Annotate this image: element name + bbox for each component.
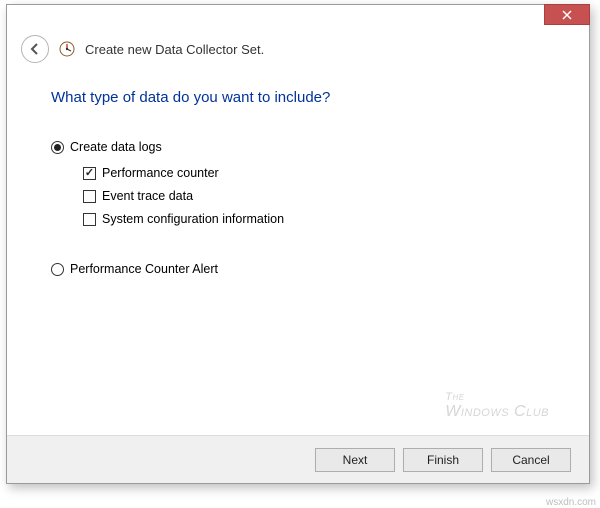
back-arrow-icon bbox=[28, 42, 42, 56]
close-icon bbox=[562, 10, 572, 20]
cancel-button[interactable]: Cancel bbox=[491, 448, 571, 472]
wizard-window: Create new Data Collector Set. What type… bbox=[6, 4, 590, 484]
radio-icon bbox=[51, 263, 64, 276]
radio-icon bbox=[51, 141, 64, 154]
button-bar: Next Finish Cancel bbox=[7, 435, 589, 483]
wizard-content: What type of data do you want to include… bbox=[7, 73, 589, 276]
check-label: System configuration information bbox=[102, 212, 284, 226]
titlebar bbox=[7, 5, 589, 35]
watermark-line1: The bbox=[445, 391, 549, 403]
check-performance-counter[interactable]: Performance counter bbox=[83, 166, 545, 180]
watermark: The Windows Club bbox=[445, 391, 549, 421]
option-performance-counter-alert[interactable]: Performance Counter Alert bbox=[51, 262, 545, 276]
finish-button[interactable]: Finish bbox=[403, 448, 483, 472]
wizard-question: What type of data do you want to include… bbox=[51, 89, 545, 106]
check-label: Event trace data bbox=[102, 189, 193, 203]
checkbox-icon bbox=[83, 190, 96, 203]
wizard-title: Create new Data Collector Set. bbox=[85, 42, 264, 57]
next-button[interactable]: Next bbox=[315, 448, 395, 472]
create-data-logs-subs: Performance counter Event trace data Sys… bbox=[83, 166, 545, 226]
checkbox-icon bbox=[83, 167, 96, 180]
close-button[interactable] bbox=[544, 4, 590, 25]
back-button[interactable] bbox=[21, 35, 49, 63]
source-tag: wsxdn.com bbox=[546, 497, 596, 508]
check-system-configuration[interactable]: System configuration information bbox=[83, 212, 545, 226]
check-label: Performance counter bbox=[102, 166, 219, 180]
option-label: Create data logs bbox=[70, 140, 162, 154]
watermark-line2: Windows Club bbox=[445, 403, 549, 421]
wizard-header: Create new Data Collector Set. bbox=[7, 35, 589, 73]
check-event-trace-data[interactable]: Event trace data bbox=[83, 189, 545, 203]
option-create-data-logs[interactable]: Create data logs bbox=[51, 140, 545, 154]
checkbox-icon bbox=[83, 213, 96, 226]
option-label: Performance Counter Alert bbox=[70, 262, 218, 276]
perfmon-icon bbox=[59, 41, 75, 57]
